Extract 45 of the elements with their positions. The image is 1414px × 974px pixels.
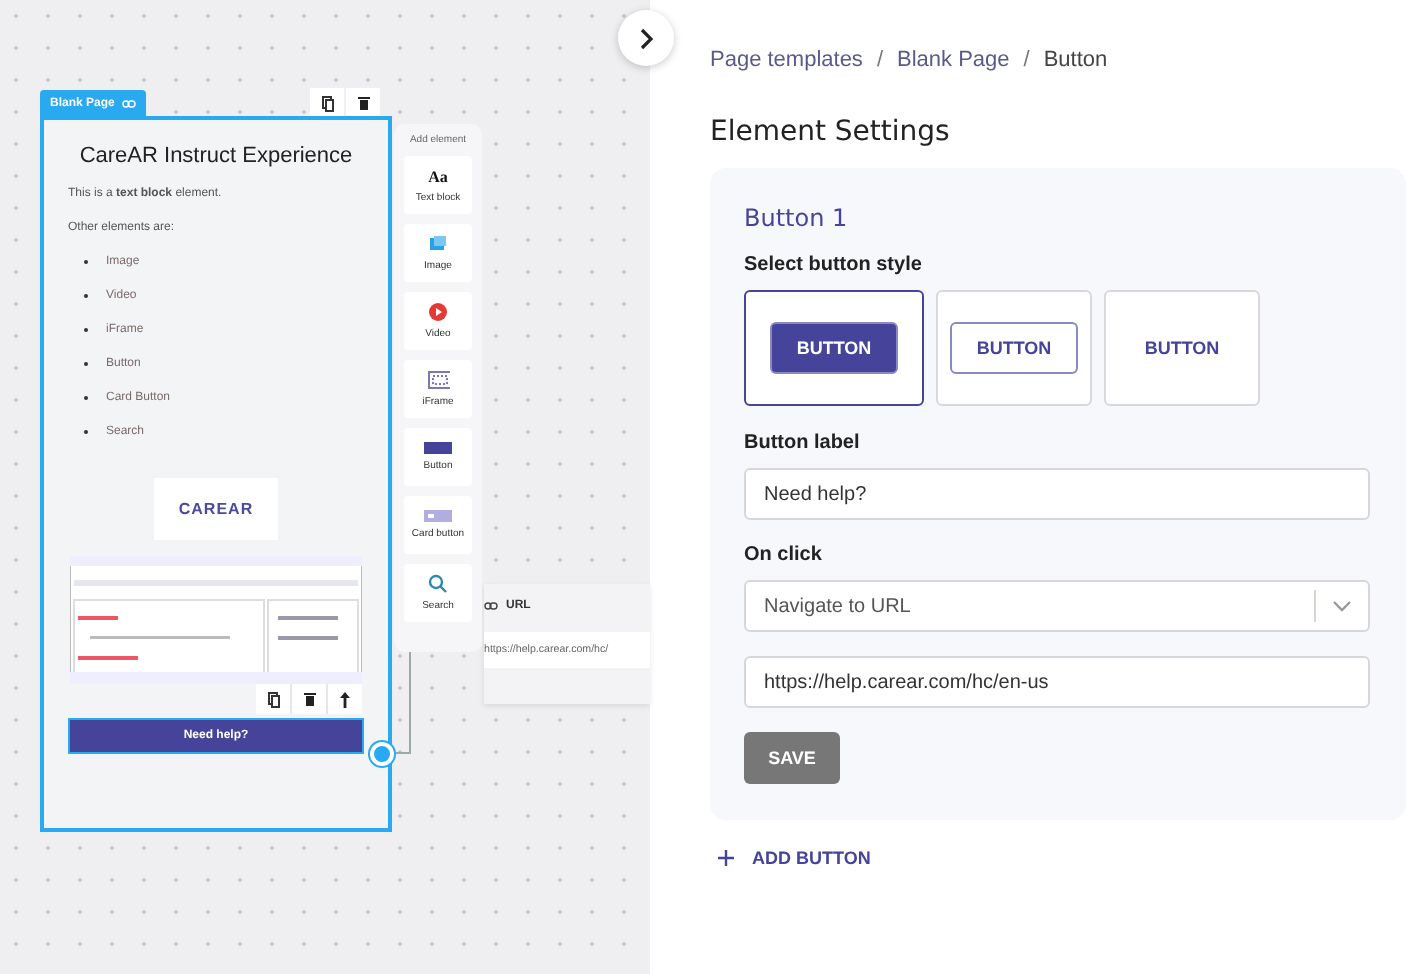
frame-icon bbox=[426, 370, 450, 390]
field-label: Select button style bbox=[744, 254, 924, 276]
button-icon bbox=[424, 442, 452, 454]
chevron-down-icon bbox=[1332, 600, 1352, 612]
input-field[interactable]: Need help? bbox=[744, 468, 1370, 520]
connector-handle[interactable] bbox=[370, 742, 394, 766]
link-icon bbox=[122, 99, 137, 107]
expand-button[interactable] bbox=[618, 10, 674, 66]
copy-icon bbox=[321, 95, 333, 111]
breadcrumb-link[interactable]: Blank Page bbox=[897, 48, 1010, 72]
search-icon bbox=[428, 574, 448, 594]
plus-icon bbox=[718, 850, 734, 866]
field-label: On click bbox=[744, 544, 824, 566]
duplicate-button[interactable] bbox=[310, 88, 344, 118]
style-option[interactable]: BUTTON bbox=[1104, 290, 1260, 406]
duplicate-button[interactable] bbox=[256, 684, 290, 714]
delete-button[interactable] bbox=[292, 684, 326, 714]
page-title: CareAR Instruct Experience bbox=[77, 144, 355, 168]
play-icon bbox=[428, 302, 448, 322]
breadcrumb-separator: / bbox=[1023, 48, 1030, 72]
add-button[interactable]: ADD BUTTON bbox=[710, 848, 871, 868]
breadcrumb-separator: / bbox=[876, 48, 883, 72]
link-icon bbox=[484, 602, 498, 610]
move-up-button[interactable] bbox=[328, 684, 362, 714]
style-option[interactable]: BUTTON bbox=[744, 290, 924, 406]
field-label: Button label bbox=[744, 432, 862, 454]
panel-heading: Element Settings bbox=[710, 116, 952, 148]
breadcrumb-link[interactable]: Page templates bbox=[710, 48, 863, 72]
image-icon bbox=[428, 234, 448, 254]
chevron-right-icon bbox=[639, 27, 653, 49]
trash-icon bbox=[303, 692, 315, 706]
copy-icon bbox=[267, 691, 279, 707]
input-field[interactable]: https://help.carear.com/hc/en-us bbox=[744, 656, 1370, 708]
arrow-up-icon bbox=[340, 691, 350, 707]
card-title: Button 1 bbox=[744, 204, 850, 232]
trash-icon bbox=[357, 96, 369, 110]
button-sample: BUTTON bbox=[950, 322, 1078, 374]
button-sample: BUTTON bbox=[770, 322, 898, 374]
button-sample: BUTTON bbox=[1142, 336, 1222, 362]
breadcrumb-link[interactable]: Button bbox=[1043, 48, 1108, 72]
delete-button[interactable] bbox=[346, 88, 380, 118]
logo: CAREAR bbox=[154, 478, 278, 540]
style-option[interactable]: BUTTON bbox=[936, 290, 1092, 406]
action-select[interactable]: Navigate to URL bbox=[744, 580, 1370, 632]
card-icon bbox=[424, 510, 452, 522]
